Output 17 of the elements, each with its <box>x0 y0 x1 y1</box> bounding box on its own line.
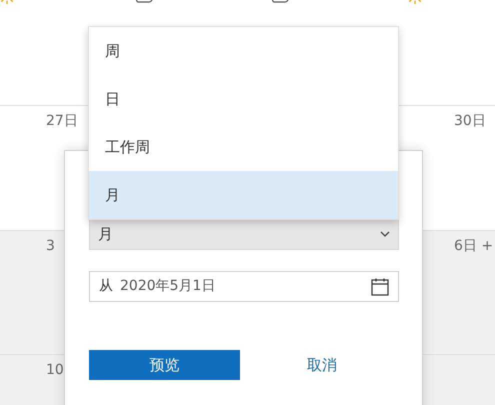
chevron-down-icon <box>380 231 390 237</box>
view-select[interactable]: 月 <box>89 218 399 250</box>
dropdown-option[interactable]: 工作周 <box>89 123 398 171</box>
dropdown-option[interactable]: 日 <box>89 75 398 123</box>
dropdown-option[interactable]: 月 <box>89 171 398 219</box>
day-label: 30日 <box>454 112 486 131</box>
day-label: 6日 + <box>454 237 494 256</box>
date-value: 2020年5月1日 <box>120 277 216 296</box>
date-prefix: 从 <box>99 277 113 296</box>
day-label: 3 <box>46 237 55 256</box>
dropdown-option[interactable]: 周 <box>89 27 398 75</box>
preview-button[interactable]: 预览 <box>89 350 240 380</box>
calendar-icon <box>371 278 389 296</box>
cancel-button[interactable]: 取消 <box>289 350 355 380</box>
day-label: 10 <box>46 361 64 380</box>
day-label: 27日 <box>46 112 78 131</box>
date-field[interactable]: 从 2020年5月1日 <box>89 271 399 302</box>
